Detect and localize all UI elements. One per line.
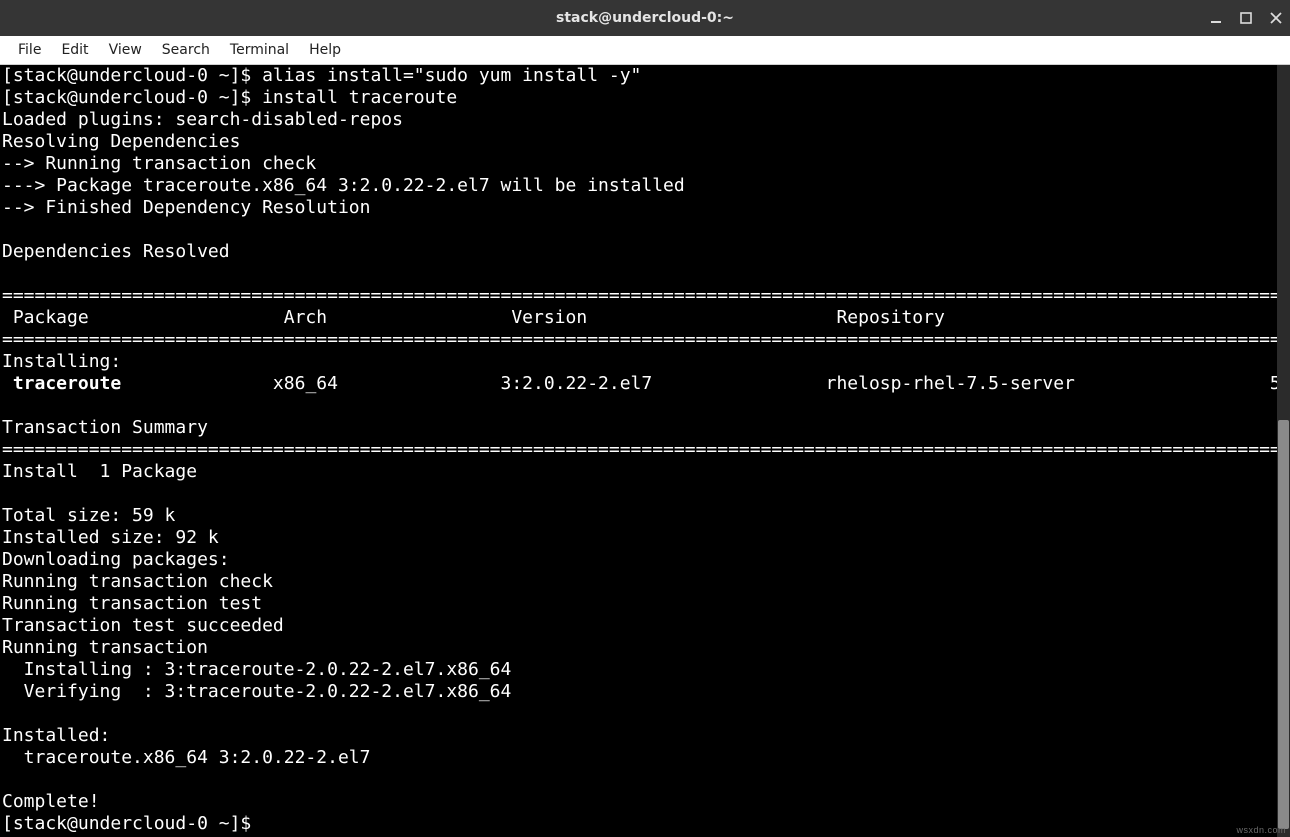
separator-line: ========================================… [2,439,1277,460]
maximize-icon[interactable] [1238,10,1254,26]
minimize-icon[interactable] [1208,10,1224,26]
output-line: Loaded plugins: search-disabled-repos [2,109,403,130]
output-line: Installing: [2,351,121,372]
menu-search[interactable]: Search [152,38,220,62]
command-text: alias install="sudo yum install -y" [262,65,641,86]
prompt: [stack@undercloud-0 ~]$ [2,87,262,108]
menu-edit[interactable]: Edit [51,38,98,62]
output-line: Transaction test succeeded [2,615,284,636]
scrollbar-thumb[interactable] [1278,420,1289,829]
prompt: [stack@undercloud-0 ~]$ [2,65,262,86]
menubar: File Edit View Search Terminal Help [0,36,1290,65]
prompt: [stack@undercloud-0 ~]$ [2,813,262,834]
output-line: Verifying : 3:traceroute-2.0.22-2.el7.x8… [2,681,1277,702]
command-text: install traceroute [262,87,457,108]
output-line: Resolving Dependencies [2,131,240,152]
terminal-area: [stack@undercloud-0 ~]$ alias install="s… [0,65,1290,837]
table-header: Package Arch Version Repository Size [2,307,1277,328]
menu-terminal[interactable]: Terminal [220,38,299,62]
package-name: traceroute [2,373,121,394]
output-line: Dependencies Resolved [2,241,230,262]
output-line: --> Running transaction check [2,153,316,174]
output-line: Install 1 Package [2,461,197,482]
output-line: Running transaction test [2,593,262,614]
output-line: Installed size: 92 k [2,527,219,548]
output-line: Running transaction [2,637,208,658]
menu-help[interactable]: Help [299,38,351,62]
close-icon[interactable] [1268,10,1284,26]
package-row: x86_64 3:2.0.22-2.el7 rhelosp-rhel-7.5-s… [121,373,1277,394]
output-line: Installed: [2,725,110,746]
window-controls [1208,0,1284,36]
output-line: Complete! [2,791,100,812]
separator-line: ========================================… [2,285,1277,306]
output-line: Total size: 59 k [2,505,175,526]
titlebar: stack@undercloud-0:~ [0,0,1290,36]
menu-file[interactable]: File [8,38,51,62]
watermark: wsxdn.com [1236,825,1286,835]
terminal-window: stack@undercloud-0:~ File Edit View Sear… [0,0,1290,837]
scrollbar[interactable] [1277,65,1290,837]
menu-view[interactable]: View [99,38,152,62]
output-line: Downloading packages: [2,549,230,570]
output-line: Running transaction check [2,571,273,592]
output-line: Transaction Summary [2,417,208,438]
output-line: Installing : 3:traceroute-2.0.22-2.el7.x… [2,659,1277,680]
separator-line: ========================================… [2,329,1277,350]
terminal-output[interactable]: [stack@undercloud-0 ~]$ alias install="s… [0,65,1277,837]
output-line: traceroute.x86_64 3:2.0.22-2.el7 [2,747,370,768]
output-line: --> Finished Dependency Resolution [2,197,370,218]
output-line: ---> Package traceroute.x86_64 3:2.0.22-… [2,175,685,196]
window-title: stack@undercloud-0:~ [556,10,734,26]
